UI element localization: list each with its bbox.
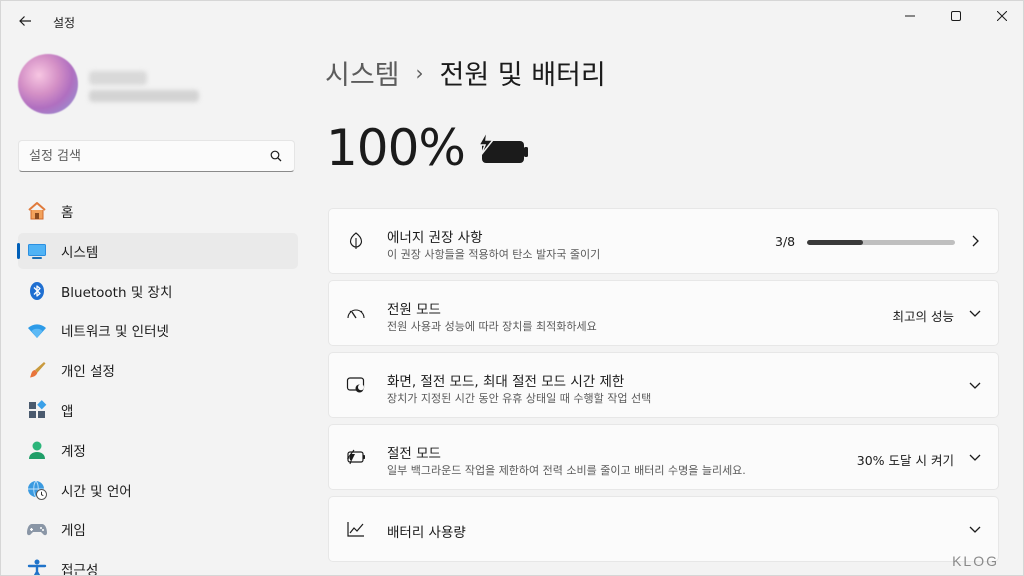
- card-title: 화면, 절전 모드, 최대 절전 모드 시간 제한: [387, 374, 625, 390]
- search-input[interactable]: [29, 148, 268, 164]
- speedometer-icon: [345, 302, 367, 324]
- minimize-icon: [905, 15, 915, 17]
- watermark: KLOG: [952, 553, 999, 569]
- close-icon: [997, 11, 1007, 21]
- title-bar: 설정: [1, 1, 1023, 37]
- recommendations-progress-text: 3/8: [775, 234, 796, 249]
- sidebar-item-label: 게임: [61, 523, 86, 540]
- sidebar-item-gaming[interactable]: 게임: [18, 511, 298, 547]
- card-description: 이 권장 사항들을 적용하여 탄소 발자국 줄이기: [387, 248, 601, 261]
- sidebar-item-apps[interactable]: 앱: [18, 392, 298, 428]
- chevron-down-icon[interactable]: [968, 450, 982, 464]
- sidebar-item-accessibility[interactable]: 접근성: [18, 551, 298, 576]
- breadcrumb-parent-link[interactable]: 시스템: [325, 53, 400, 92]
- card-description: 전원 사용과 성능에 따라 장치를 최적화하세요: [387, 320, 597, 333]
- card-title: 배터리 사용량: [387, 525, 466, 541]
- globe-clock-icon: [26, 479, 48, 501]
- settings-window: 설정 홈 시스템: [0, 0, 1024, 576]
- breadcrumb: 시스템 › 전원 및 배터리: [325, 53, 606, 92]
- maximize-icon: [951, 11, 961, 21]
- profile-email-blurred: [89, 90, 199, 102]
- system-icon: [26, 240, 48, 262]
- card-description: 일부 백그라운드 작업을 제한하여 전력 소비를 줄이고 배터리 수명을 늘리세…: [387, 464, 746, 477]
- home-icon: [26, 200, 48, 222]
- sidebar-nav: 홈 시스템 Bluetooth 및 장치 네트워크 및 인터넷 개인 설정 앱 …: [17, 193, 298, 576]
- battery-saver-card[interactable]: 절전 모드 일부 백그라운드 작업을 제한하여 전력 소비를 줄이고 배터리 수…: [328, 424, 999, 490]
- bluetooth-icon: [26, 280, 48, 302]
- brush-icon: [26, 359, 48, 381]
- sidebar-item-label: 앱: [61, 403, 74, 420]
- search-icon[interactable]: [268, 148, 284, 164]
- screen-sleep-icon: [345, 374, 367, 396]
- battery-saver-dropdown[interactable]: 30% 도달 시 켜기: [857, 450, 954, 469]
- battery-charging-icon: [475, 130, 531, 175]
- app-title: 설정: [53, 16, 76, 30]
- battery-usage-card[interactable]: 배터리 사용량: [328, 496, 999, 562]
- energy-recommendations-card[interactable]: 에너지 권장 사항 이 권장 사항들을 적용하여 탄소 발자국 줄이기 3/8: [328, 208, 999, 274]
- profile-name-blurred: [89, 71, 147, 85]
- recommendations-progress-bar: [807, 240, 955, 245]
- close-button[interactable]: [979, 1, 1023, 31]
- sidebar-item-accounts[interactable]: 계정: [18, 432, 298, 468]
- account-icon: [26, 439, 48, 461]
- sidebar-item-label: 개인 설정: [61, 364, 115, 381]
- sidebar-item-label: Bluetooth 및 장치: [61, 284, 173, 301]
- battery-saver-icon: [345, 446, 367, 468]
- breadcrumb-separator: ›: [415, 60, 424, 85]
- battery-percent: 100%: [326, 119, 466, 177]
- chevron-right-icon: [968, 234, 982, 248]
- power-mode-dropdown[interactable]: 최고의 성능: [893, 306, 954, 325]
- sidebar-item-label: 시간 및 언어: [61, 483, 132, 500]
- chevron-down-icon[interactable]: [968, 522, 982, 536]
- sidebar-item-label: 네트워크 및 인터넷: [61, 324, 169, 341]
- search-box[interactable]: [18, 140, 295, 172]
- chart-line-icon: [345, 518, 367, 540]
- page-title: 전원 및 배터리: [439, 60, 606, 91]
- sidebar-item-network[interactable]: 네트워크 및 인터넷: [18, 312, 298, 348]
- chevron-down-icon[interactable]: [968, 378, 982, 392]
- card-title: 에너지 권장 사항: [387, 230, 483, 246]
- minimize-button[interactable]: [887, 1, 933, 31]
- card-description: 장치가 지정된 시간 동안 유휴 상태일 때 수행할 작업 선택: [387, 392, 652, 405]
- card-title: 전원 모드: [387, 302, 441, 318]
- sidebar-item-bluetooth[interactable]: Bluetooth 및 장치: [18, 273, 298, 309]
- arrow-left-icon: [19, 16, 31, 26]
- sidebar-item-personalization[interactable]: 개인 설정: [18, 352, 298, 388]
- maximize-button[interactable]: [933, 1, 979, 31]
- sidebar-item-label: 시스템: [61, 244, 99, 261]
- wifi-icon: [26, 319, 48, 341]
- card-title: 절전 모드: [387, 446, 441, 462]
- apps-icon: [26, 399, 48, 421]
- sidebar-item-label: 계정: [61, 443, 86, 460]
- sidebar-item-home[interactable]: 홈: [18, 193, 298, 229]
- sidebar-item-time-language[interactable]: 시간 및 언어: [18, 472, 298, 508]
- sidebar-item-label: 홈: [61, 205, 74, 221]
- accessibility-icon: [26, 558, 48, 575]
- sidebar-item-system[interactable]: 시스템: [17, 232, 298, 269]
- screen-sleep-timeout-card[interactable]: 화면, 절전 모드, 최대 절전 모드 시간 제한 장치가 지정된 시간 동안 …: [328, 352, 999, 418]
- profile-avatar[interactable]: [18, 54, 78, 114]
- chevron-down-icon[interactable]: [968, 306, 982, 320]
- gamepad-icon: [26, 518, 48, 540]
- power-mode-card[interactable]: 전원 모드 전원 사용과 성능에 따라 장치를 최적화하세요 최고의 성능: [328, 280, 999, 346]
- progress-fill: [807, 240, 863, 245]
- back-button[interactable]: [13, 9, 37, 33]
- sidebar-item-label: 접근성: [61, 563, 99, 576]
- leaf-icon: [345, 230, 367, 252]
